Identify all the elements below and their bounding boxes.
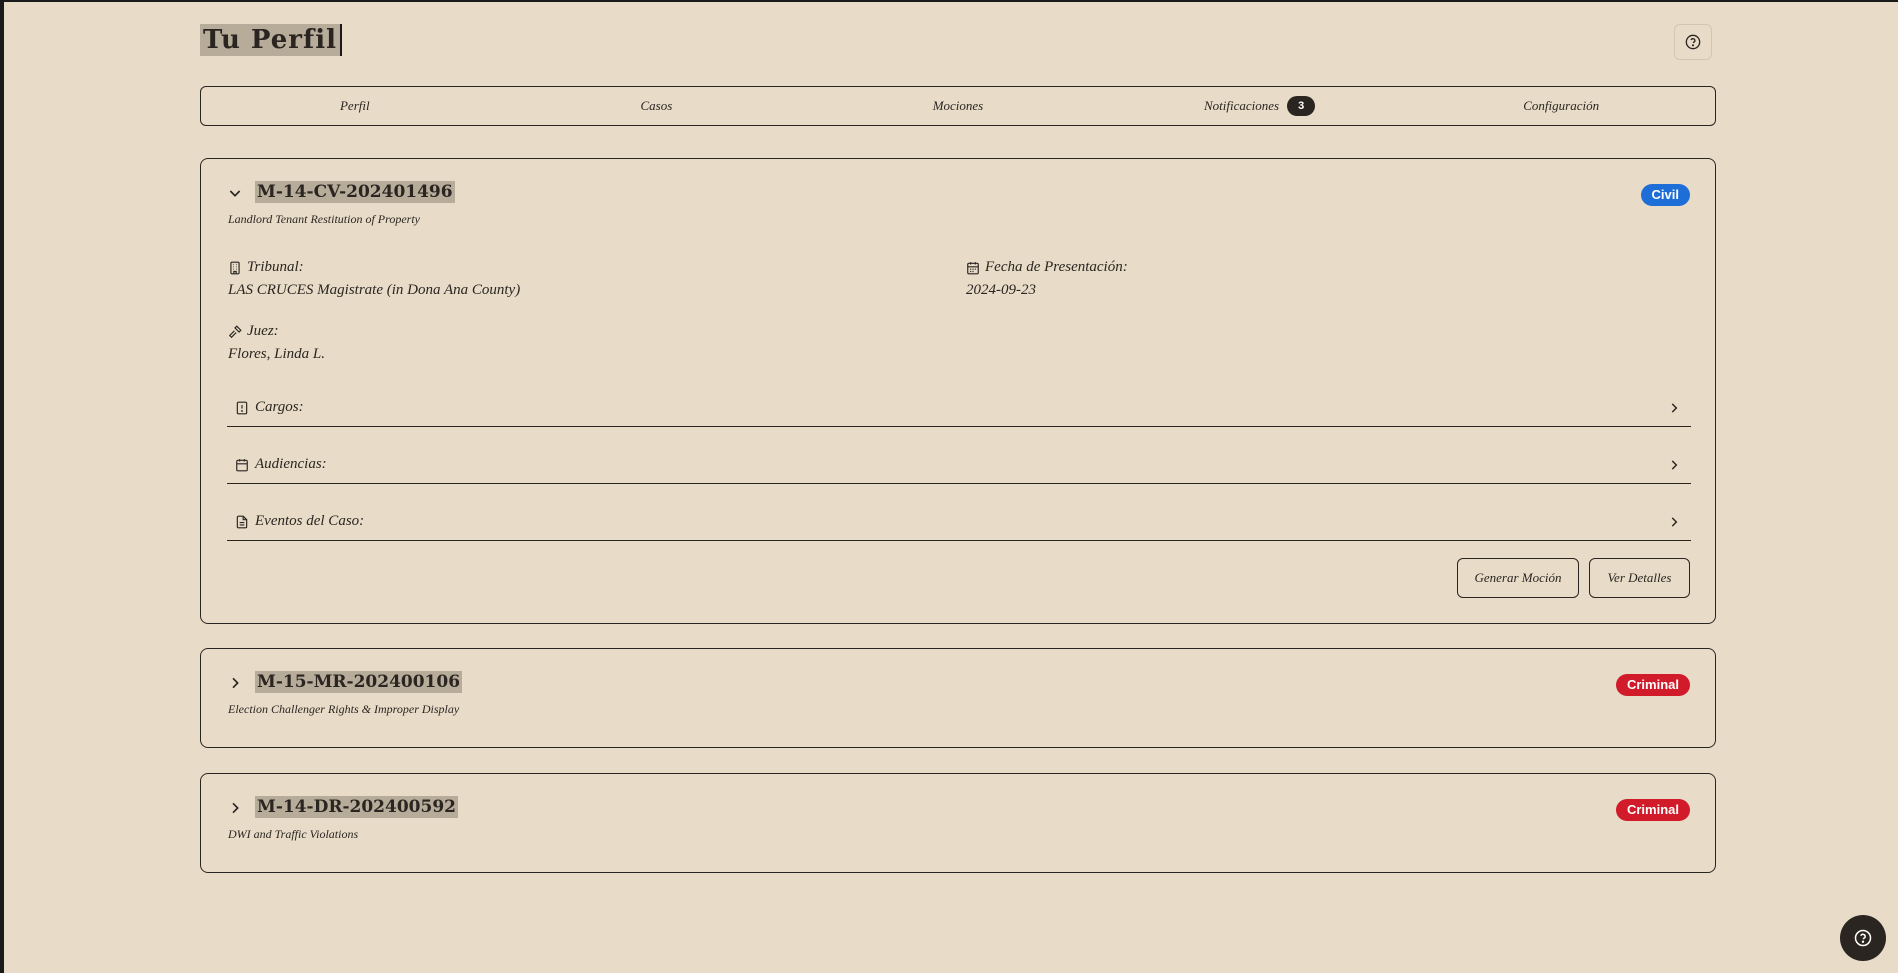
help-button[interactable] <box>1674 24 1712 60</box>
case-number: M-15-MR-202400106 <box>255 671 463 693</box>
gavel-icon <box>228 324 242 338</box>
filing-date-field: Fecha de Presentación: 2024-09-23 <box>966 259 1128 299</box>
chevron-right-icon <box>1671 460 1678 470</box>
charges-label-row: Cargos: <box>235 399 304 416</box>
document-icon <box>236 515 248 528</box>
generate-motion-button[interactable]: Generar Moción <box>1457 558 1579 598</box>
case-card: M-14-DR-202400592 DWI and Traffic Violat… <box>200 773 1716 873</box>
tab-cases[interactable]: Casos <box>506 90 808 122</box>
chevron-right-icon <box>1671 403 1678 413</box>
court-label: Tribunal: <box>247 259 304 275</box>
case-events-section[interactable]: Eventos del Caso: <box>227 501 1691 541</box>
chevron-right-icon[interactable] <box>227 800 243 816</box>
court-field: Tribunal: LAS CRUCES Magistrate (in Dona… <box>228 259 520 299</box>
help-circle-icon <box>1854 929 1872 947</box>
calendar-icon <box>967 261 979 274</box>
judge-field: Juez: Flores, Linda L. <box>228 323 325 363</box>
tab-label: Perfil <box>339 98 370 113</box>
case-header[interactable]: M-15-MR-202400106 Election Challenger Ri… <box>201 649 1715 719</box>
hearings-label-row: Audiencias: <box>235 456 327 473</box>
case-card: M-15-MR-202400106 Election Challenger Ri… <box>200 648 1716 748</box>
events-label-row: Eventos del Caso: <box>235 513 364 530</box>
case-title: DWI and Traffic Violations <box>228 827 359 841</box>
tab-motions[interactable]: Mociones <box>807 90 1109 122</box>
case-number: M-14-CV-202401496 <box>255 181 455 203</box>
hearings-label: Audiencias: <box>255 456 327 472</box>
case-type-badge: Criminal <box>1615 799 1690 821</box>
notification-count-badge: 3 <box>1287 96 1316 116</box>
filing-label-row: Fecha de Presentación: <box>966 259 1128 276</box>
alert-file-icon <box>236 401 248 414</box>
court-value: LAS CRUCES Magistrate (in Dona Ana Count… <box>228 282 521 298</box>
case-number: M-14-DR-202400592 <box>255 796 458 818</box>
tab-notifications[interactable]: Notificaciones 3 <box>1109 90 1411 122</box>
charges-label: Cargos: <box>255 399 304 415</box>
filing-date-value: 2024-09-23 <box>966 282 1036 298</box>
court-label-row: Tribunal: <box>228 259 520 276</box>
case-title: Landlord Tenant Restitution of Property <box>228 212 421 226</box>
help-circle-icon <box>1685 34 1701 50</box>
judge-label-row: Juez: <box>228 323 325 340</box>
page-title: Tu Perfil <box>200 24 342 56</box>
judge-label: Juez: <box>247 323 279 339</box>
case-header[interactable]: M-14-DR-202400592 DWI and Traffic Violat… <box>201 774 1715 844</box>
case-events-label: Eventos del Caso: <box>255 513 365 529</box>
chevron-down-icon[interactable] <box>227 185 243 201</box>
chevron-right-icon[interactable] <box>227 675 243 691</box>
chevron-right-icon <box>1671 517 1678 527</box>
case-card: M-14-CV-202401496 Landlord Tenant Restit… <box>200 158 1716 624</box>
tab-label: Mociones <box>932 98 984 113</box>
header: Tu Perfil <box>196 24 1712 60</box>
charges-section[interactable]: Cargos: <box>227 387 1691 427</box>
tab-label: Configuración <box>1523 98 1600 113</box>
filing-date-label: Fecha de Presentación: <box>985 259 1128 275</box>
hearings-section[interactable]: Audiencias: <box>227 444 1691 484</box>
case-type-badge: Criminal <box>1615 674 1690 696</box>
tab-label: Notificaciones <box>1204 98 1280 113</box>
tab-bar: Perfil Casos Mociones Notificaciones 3 C… <box>200 86 1716 126</box>
tab-settings[interactable]: Configuración <box>1410 90 1712 122</box>
calendar-icon <box>236 458 248 471</box>
tab-label: Casos <box>640 98 673 113</box>
floating-help-button[interactable] <box>1840 915 1886 961</box>
building-icon <box>230 261 240 274</box>
view-details-button[interactable]: Ver Detalles <box>1589 558 1690 598</box>
case-type-badge: Civil <box>1640 184 1690 206</box>
tab-profile[interactable]: Perfil <box>204 90 506 122</box>
judge-value: Flores, Linda L. <box>228 346 325 362</box>
case-header[interactable]: M-14-CV-202401496 Landlord Tenant Restit… <box>201 159 1715 229</box>
case-title: Election Challenger Rights & Improper Di… <box>228 702 460 716</box>
